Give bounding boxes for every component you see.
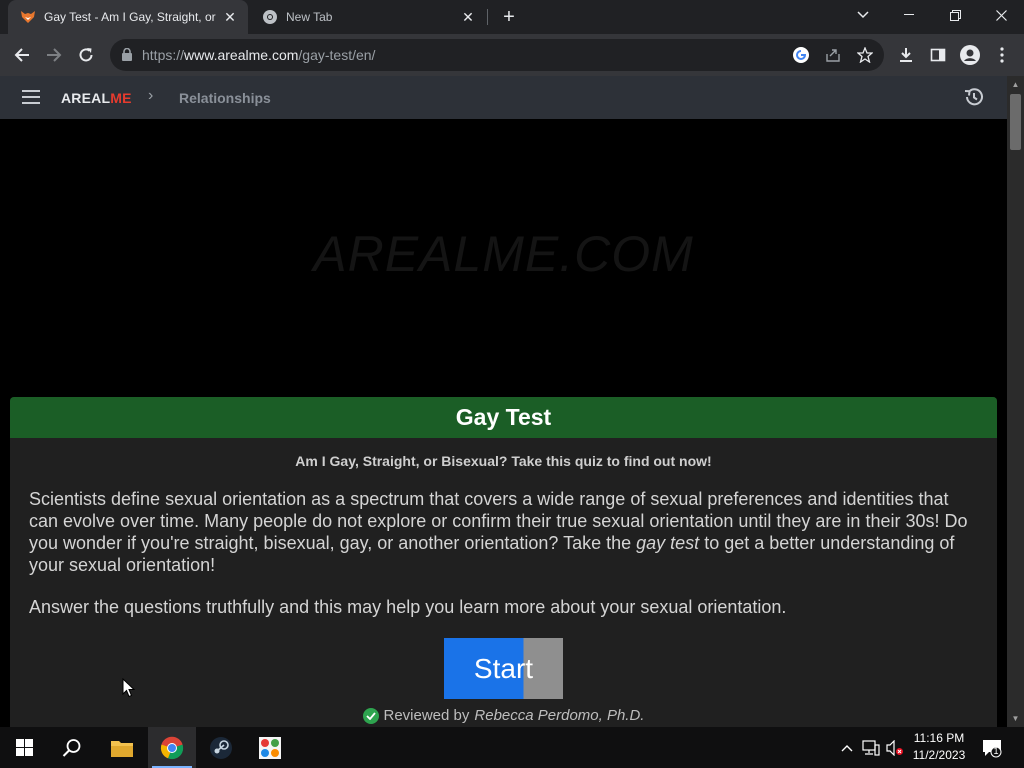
steam-icon[interactable] [197, 727, 245, 768]
url-text[interactable]: https://www.arealme.com/gay-test/en/ [142, 47, 375, 63]
scroll-up-arrow-icon[interactable]: ▲ [1007, 76, 1024, 93]
scroll-thumb[interactable] [1010, 94, 1021, 150]
tab-title: New Tab [286, 10, 333, 24]
mouse-cursor-icon [122, 677, 136, 703]
tab-new-tab[interactable]: New Tab ✕ [250, 0, 486, 34]
close-tab-icon[interactable]: ✕ [222, 9, 238, 25]
watermark-text: AREALME.COM [313, 226, 694, 282]
hamburger-menu-icon[interactable] [22, 90, 40, 104]
reviewed-by: Reviewed by Rebecca Perdomo, Ph.D. [10, 707, 997, 724]
back-button[interactable] [8, 41, 36, 69]
notification-count: 1 [993, 746, 999, 756]
ad-banner: AREALME.COM [0, 119, 1007, 389]
bookmark-star-icon[interactable] [855, 45, 875, 65]
site-logo[interactable]: AREALME [61, 90, 132, 106]
windows-start-icon[interactable] [0, 727, 48, 768]
page-content: AREALME.COM Gay Test Am I Gay, Straight,… [0, 119, 1007, 727]
forward-button[interactable] [40, 41, 68, 69]
start-button[interactable]: Start [444, 638, 563, 699]
chrome-taskbar-icon[interactable] [148, 727, 196, 768]
minimize-button[interactable] [886, 0, 932, 30]
share-icon[interactable] [823, 45, 843, 65]
side-panel-icon[interactable] [924, 41, 952, 69]
close-window-button[interactable] [978, 0, 1024, 30]
lock-icon[interactable] [122, 47, 132, 66]
quiz-description: Scientists define sexual orientation as … [29, 489, 968, 575]
quiz-instructions: Answer the questions truthfully and this… [29, 597, 787, 617]
search-icon[interactable] [48, 727, 96, 768]
reviewer-name[interactable]: Rebecca Perdomo, Ph.D. [474, 707, 644, 724]
browser-toolbar: https://www.arealme.com/gay-test/en/ [0, 34, 1024, 76]
reload-button[interactable] [72, 41, 100, 69]
chevron-up-icon[interactable] [838, 739, 856, 757]
breadcrumb-relationships[interactable]: Relationships [179, 90, 271, 106]
clock-date: 11/2/2023 [912, 748, 966, 762]
google-lens-icon[interactable] [791, 45, 811, 65]
quiz-subtitle: Am I Gay, Straight, or Bisexual? Take th… [295, 453, 712, 469]
scroll-down-arrow-icon[interactable]: ▼ [1007, 710, 1024, 727]
browser-titlebar: Gay Test - Am I Gay, Straight, or ✕ New … [0, 0, 1024, 34]
arealme-fox-icon [20, 9, 36, 25]
restore-button[interactable] [932, 0, 978, 30]
check-circle-icon [362, 707, 379, 724]
quiz-card: Gay Test Am I Gay, Straight, or Bisexual… [10, 397, 997, 727]
clock-time: 11:16 PM [913, 731, 965, 745]
history-icon[interactable] [963, 86, 985, 108]
quiz-title: Gay Test [10, 397, 997, 438]
tab-gay-test[interactable]: Gay Test - Am I Gay, Straight, or ✕ [8, 0, 248, 34]
profile-avatar-icon[interactable] [956, 41, 984, 69]
close-tab-icon[interactable]: ✕ [460, 9, 476, 25]
breadcrumb-chevron-right-icon: › [148, 87, 154, 104]
system-clock[interactable]: 11:16 PM 11/2/2023 [906, 730, 972, 764]
tab-search-chevron-down-icon[interactable] [840, 0, 886, 30]
tab-title: Gay Test - Am I Gay, Straight, or [44, 10, 216, 24]
new-tab-button[interactable]: + [497, 5, 521, 29]
download-icon[interactable] [892, 41, 920, 69]
tab-divider [487, 9, 488, 25]
chrome-menu-icon[interactable] [988, 41, 1016, 69]
page-scrollbar[interactable]: ▲ ▼ [1007, 76, 1024, 727]
site-header: AREALME › Relationships [0, 76, 1007, 119]
windows-taskbar: 11:16 PM 11/2/2023 1 [0, 727, 1024, 768]
chrome-icon [262, 9, 278, 25]
volume-muted-icon[interactable] [886, 739, 904, 757]
notification-icon[interactable]: 1 [982, 738, 1002, 758]
app-grid-icon[interactable] [246, 727, 294, 768]
file-explorer-icon[interactable] [98, 727, 146, 768]
address-bar[interactable]: https://www.arealme.com/gay-test/en/ [110, 39, 884, 71]
network-icon[interactable] [862, 739, 880, 757]
